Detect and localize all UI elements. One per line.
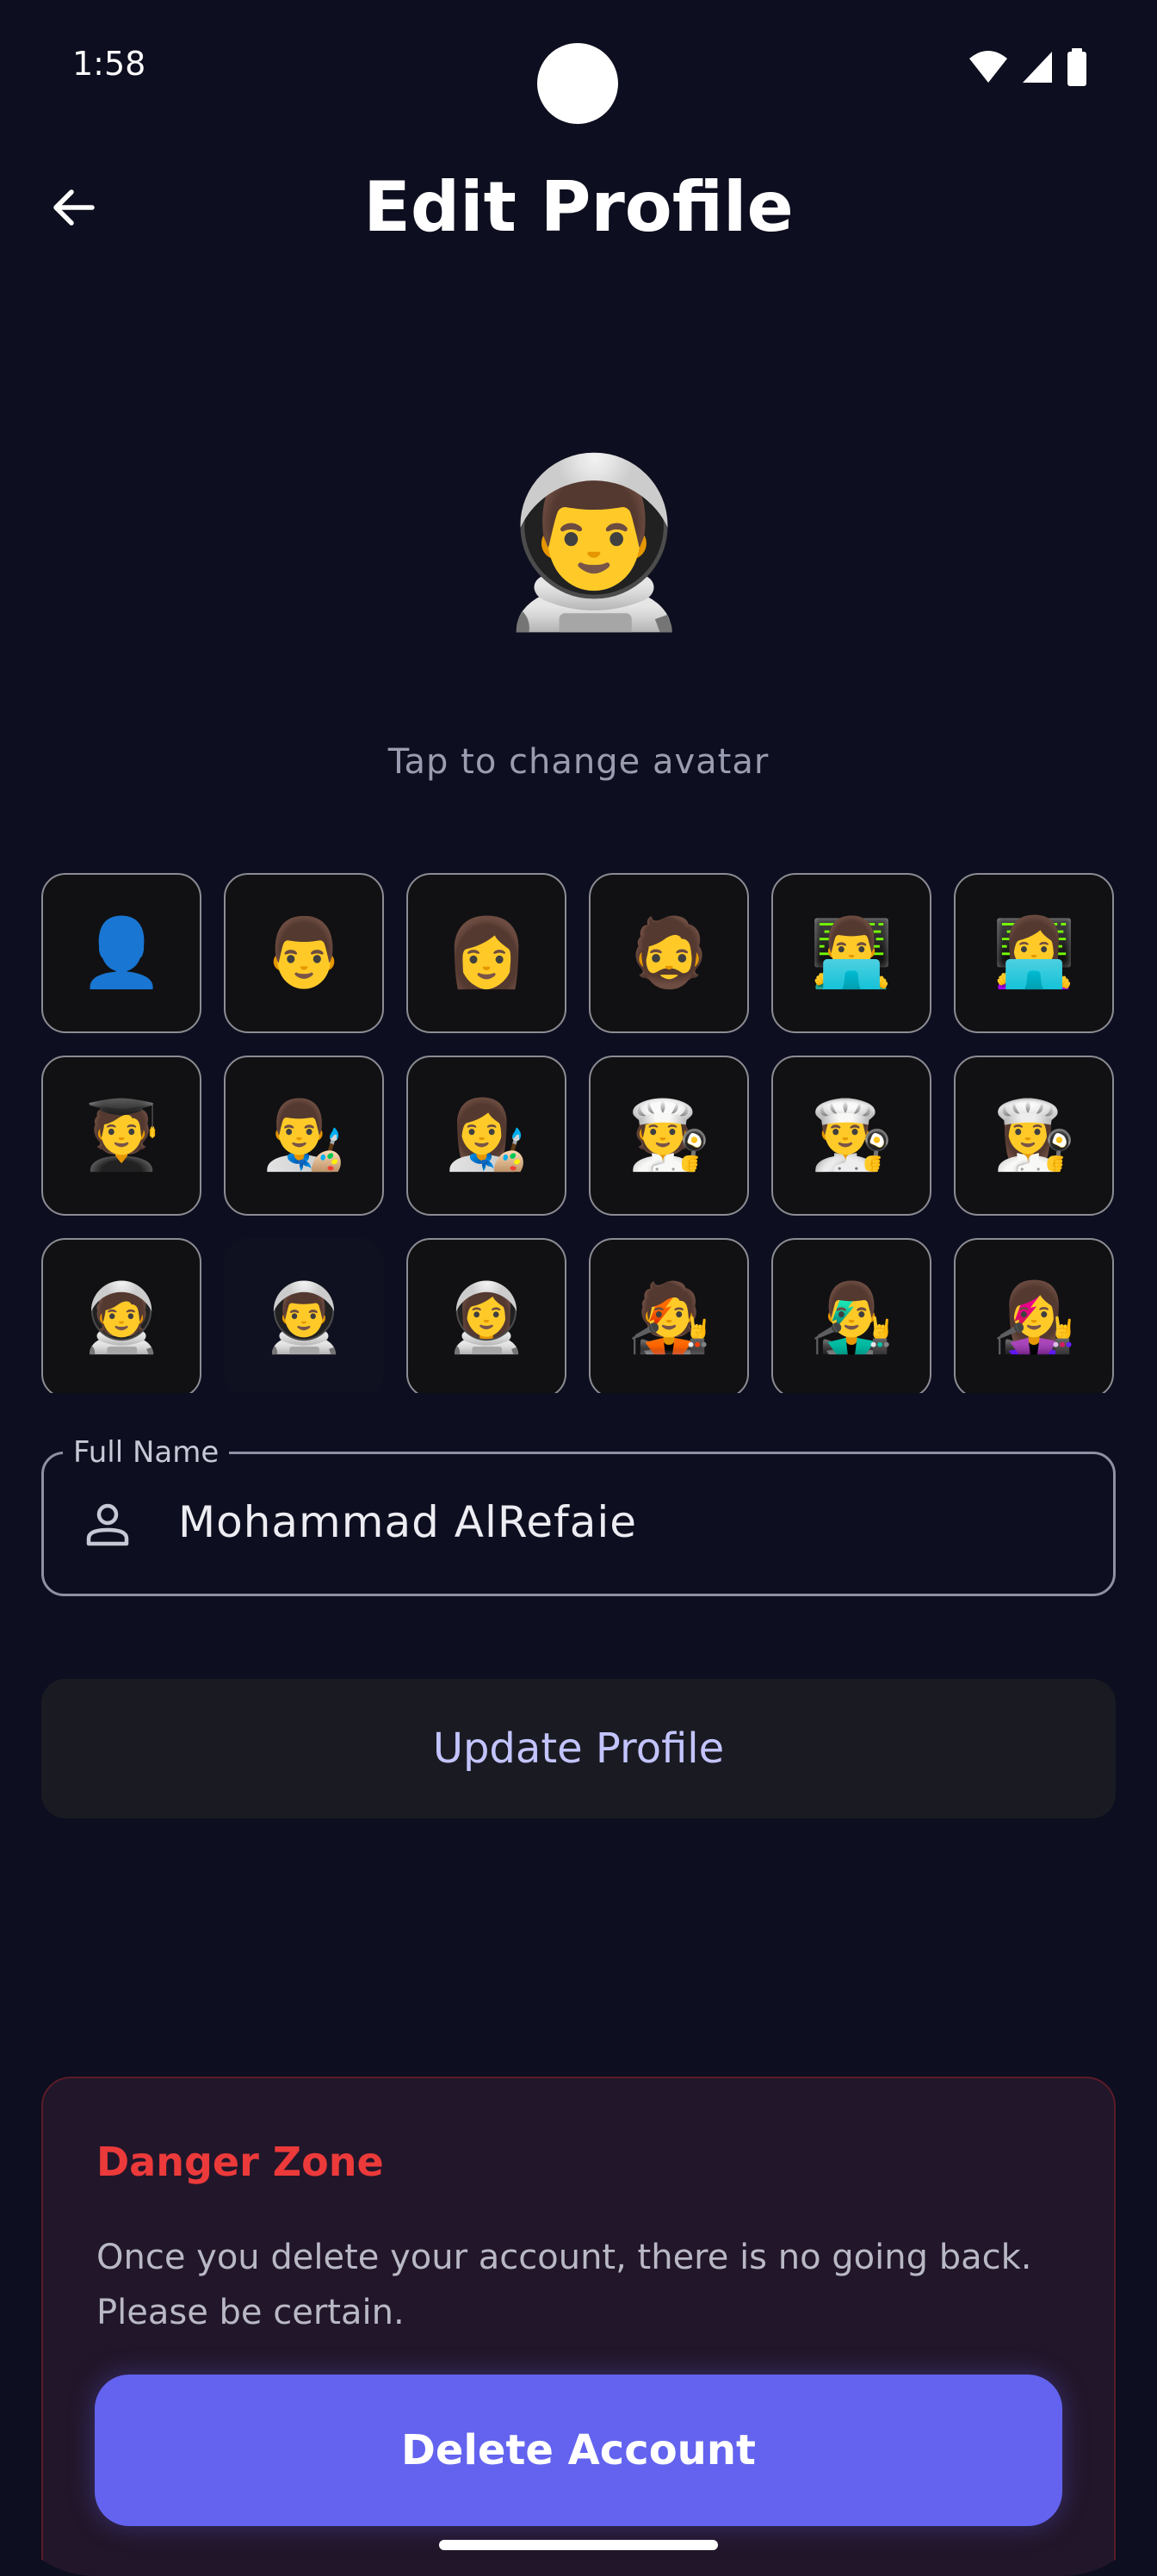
avatar-grid: 👤 👨 👩 🧔 👨‍💻 👩‍💻 🧑‍🎓 👨‍🎨 👩‍🎨 🧑‍🍳 👨‍🍳 👩‍🍳 🧑‍🚀 👨‍🚀 👩‍🚀 🧑‍🎤…: [41, 873, 1116, 1393]
avatar-hint: Tap to change avatar: [387, 742, 770, 782]
avatar-option[interactable]: 🧑‍🎓: [41, 1056, 201, 1216]
page-title: Edit Profile: [363, 167, 794, 247]
camera-cutout: [537, 43, 618, 124]
avatar-option[interactable]: 👨‍🎤: [771, 1238, 931, 1393]
avatar-option[interactable]: 🧑‍🚀: [41, 1238, 201, 1393]
signal-icon: [1023, 52, 1052, 83]
current-avatar[interactable]: 👨‍🚀: [492, 448, 696, 637]
wifi-icon: [969, 51, 1007, 83]
avatar-option[interactable]: 🧑‍🍳: [589, 1056, 749, 1216]
delete-account-button[interactable]: Delete Account: [95, 2375, 1062, 2526]
avatar-option[interactable]: 👨‍🚀: [224, 1238, 384, 1393]
avatar-option[interactable]: 👨: [224, 873, 384, 1033]
avatar-option[interactable]: 👨‍🍳: [771, 1056, 931, 1216]
full-name-label: Full Name: [63, 1435, 230, 1470]
avatar-option[interactable]: 👩‍🎤: [954, 1238, 1114, 1393]
battery-icon: [1067, 48, 1086, 86]
phone-screen: 1:58 Edit Profile 👨‍🚀 Tap to change avat…: [0, 0, 1157, 2576]
avatar-option[interactable]: 👩‍🎨: [406, 1056, 566, 1216]
avatar-option[interactable]: 👩‍🚀: [406, 1238, 566, 1393]
avatar-option[interactable]: 👨‍💻: [771, 873, 931, 1033]
status-time: 1:58: [72, 45, 146, 83]
full-name-input[interactable]: Mohammad AlRefaie: [178, 1497, 637, 1547]
avatar-option[interactable]: 👨‍🎨: [224, 1056, 384, 1216]
update-profile-button[interactable]: Update Profile: [41, 1679, 1116, 1818]
full-name-field[interactable]: Full Name Mohammad AlRefaie: [41, 1435, 1116, 1596]
status-icons: [968, 48, 1088, 86]
home-indicator: [439, 2540, 718, 2550]
avatar-option[interactable]: 👩: [406, 873, 566, 1033]
avatar-option[interactable]: 👩‍🍳: [954, 1056, 1114, 1216]
avatar-option[interactable]: 👤: [41, 873, 201, 1033]
avatar-option[interactable]: 🧑‍🎤: [589, 1238, 749, 1393]
danger-zone-title: Danger Zone: [96, 2139, 384, 2185]
avatar-option[interactable]: 🧔: [589, 873, 749, 1033]
person-icon: [86, 1503, 129, 1546]
danger-zone-card: Danger Zone Once you delete your account…: [41, 2077, 1116, 2576]
danger-zone-description: Once you delete your account, there is n…: [96, 2238, 1032, 2332]
avatar-option[interactable]: 👩‍💻: [954, 873, 1114, 1033]
